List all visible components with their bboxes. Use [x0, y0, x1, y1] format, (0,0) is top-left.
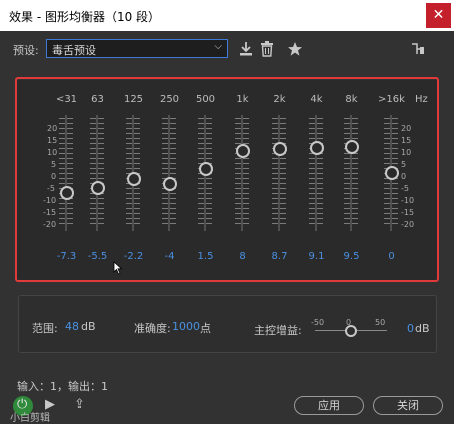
routing-icon[interactable] [410, 41, 426, 57]
master-settings-panel: 范围: 48 dB 准确度: 1000 点 主控增益: -50 0 50 0 d… [18, 295, 437, 353]
window-close-button[interactable]: ✕ [426, 3, 451, 28]
range-value[interactable]: 48 [65, 320, 79, 333]
mouse-cursor-icon [113, 261, 123, 275]
loop-icon[interactable]: ⇪ [74, 397, 85, 412]
title-bar: 效果 - 图形均衡器（10 段） ✕ [0, 0, 454, 31]
master-gain-value[interactable]: 0 [407, 322, 414, 335]
range-label: 范围: [32, 322, 58, 335]
master-gain-slider[interactable]: -50 0 50 [311, 318, 391, 342]
io-channels-text: 输入：1，输出：1 [17, 380, 108, 393]
preset-dropdown-value: 毒舌预设 [52, 44, 96, 57]
master-gain-unit: dB [415, 322, 430, 335]
apply-button[interactable]: 应用 [294, 396, 364, 415]
gain-tick-label: -50 [311, 318, 325, 327]
chevron-down-icon: ⌵ [214, 41, 222, 52]
close-button[interactable]: 关闭 [373, 396, 443, 415]
bottom-bar: ⏻ ▶ ⇪ 小白剪辑 应用 关闭 [0, 393, 454, 424]
preset-row: 预设: 毒舌预设 ⌵ [0, 31, 454, 65]
watermark-text: 小白剪辑 [10, 413, 50, 424]
window-title: 效果 - 图形均衡器（10 段） [9, 10, 161, 24]
gain-tick-label: 50 [375, 318, 386, 327]
accuracy-value[interactable]: 1000 [172, 320, 200, 333]
eq-highlight-box [15, 77, 439, 282]
range-unit: dB [81, 320, 96, 333]
accuracy-unit: 点 [200, 322, 211, 335]
favorite-star-icon[interactable] [287, 41, 303, 57]
preset-dropdown[interactable]: 毒舌预设 ⌵ [46, 39, 228, 58]
preset-label: 预设: [13, 44, 39, 57]
gain-slider-handle[interactable] [345, 325, 357, 337]
download-preset-icon[interactable] [238, 41, 254, 57]
trash-icon[interactable] [260, 41, 274, 57]
master-gain-label: 主控增益: [254, 324, 302, 337]
accuracy-label: 准确度: [134, 322, 171, 335]
